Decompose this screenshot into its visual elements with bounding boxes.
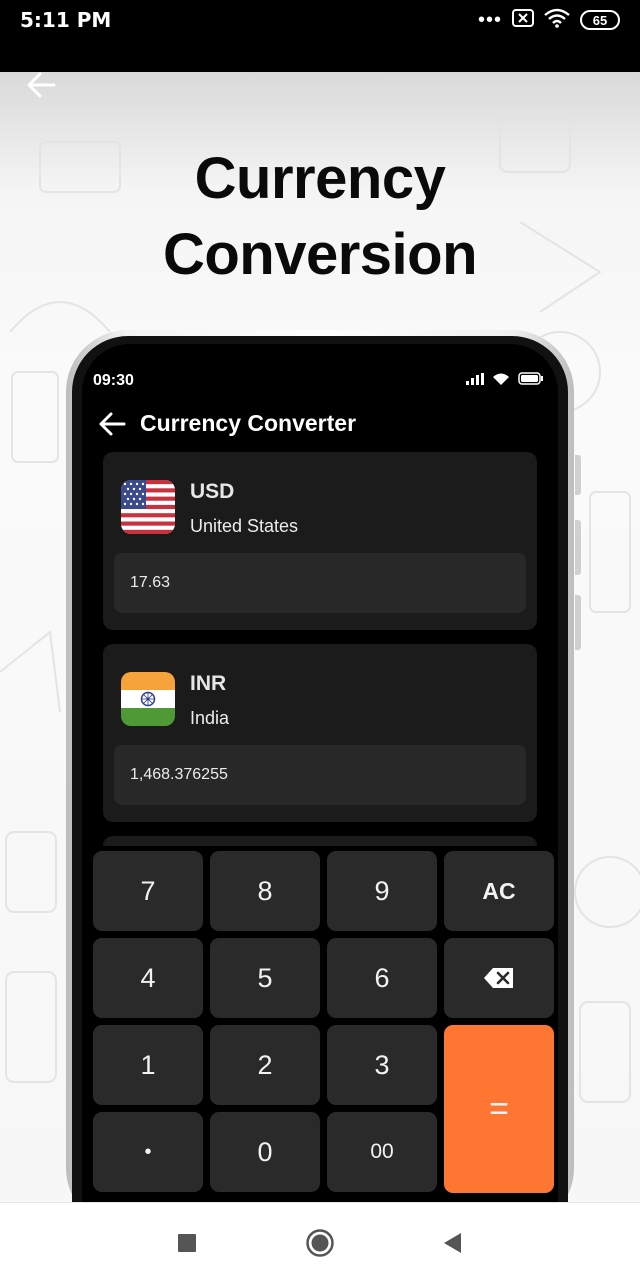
home-button[interactable] xyxy=(304,1227,336,1259)
phone-status-icons xyxy=(466,372,544,385)
phone-status-time: 09:30 xyxy=(93,372,134,389)
status-bar: 5:11 PM ••• 65 xyxy=(0,0,640,72)
currency-code: INR xyxy=(190,672,227,695)
signal-icon xyxy=(466,372,484,385)
key-3[interactable]: 3 xyxy=(327,1025,437,1105)
clear-all-button[interactable]: AC xyxy=(444,851,554,931)
headline-line-2: Conversion xyxy=(162,222,478,287)
app-screen: 09:30 Currency Converter USD United Stat… xyxy=(82,344,558,1202)
backspace-icon xyxy=(484,968,513,988)
promo-screen: Currency Conversion 09:30 Currency Conve… xyxy=(0,72,640,1202)
phone-battery-icon xyxy=(518,372,543,385)
battery-icon: 65 xyxy=(580,10,620,30)
amount-field-usd[interactable]: 17.63 xyxy=(114,553,526,613)
amount-field-inr[interactable]: 1,468.376255 xyxy=(114,745,526,805)
phone-volume-up xyxy=(575,520,581,575)
key-2[interactable]: 2 xyxy=(210,1025,320,1105)
navigation-bar xyxy=(0,1202,640,1280)
key-4[interactable]: 4 xyxy=(93,938,203,1018)
circle-icon xyxy=(306,1229,334,1257)
currency-code: USD xyxy=(190,480,235,503)
india-flag-icon xyxy=(121,672,175,726)
key-6[interactable]: 6 xyxy=(327,938,437,1018)
currency-card-usd[interactable]: USD United States 17.63 xyxy=(103,452,537,630)
key-00[interactable]: 00 xyxy=(327,1112,437,1192)
backspace-button[interactable] xyxy=(444,938,554,1018)
key-0[interactable]: 0 xyxy=(210,1112,320,1192)
headline-line-1: Currency xyxy=(194,146,446,211)
app-back-icon[interactable] xyxy=(98,412,126,436)
key-8[interactable]: 8 xyxy=(210,851,320,931)
more-dots-icon: ••• xyxy=(477,9,502,31)
recents-button[interactable] xyxy=(171,1227,203,1259)
status-icons: ••• 65 xyxy=(478,8,620,32)
back-button[interactable] xyxy=(436,1227,468,1259)
square-icon xyxy=(178,1234,196,1252)
us-flag-icon xyxy=(121,480,175,534)
currency-card-inr[interactable]: INR India 1,468.376255 xyxy=(103,644,537,822)
key-9[interactable]: 9 xyxy=(327,851,437,931)
status-time: 5:11 PM xyxy=(20,8,112,32)
decimal-key[interactable]: • xyxy=(93,1112,203,1192)
triangle-back-icon xyxy=(444,1233,461,1253)
app-title: Currency Converter xyxy=(140,410,357,436)
phone-wifi-icon xyxy=(493,373,509,385)
currency-country: India xyxy=(190,708,230,728)
key-1[interactable]: 1 xyxy=(93,1025,203,1105)
key-7[interactable]: 7 xyxy=(93,851,203,931)
phone-volume-down xyxy=(575,595,581,650)
keypad: 7 8 9 AC 4 5 6 1 2 3 = • 0 00 xyxy=(82,846,558,1202)
currency-country: United States xyxy=(190,516,299,536)
phone-side-button xyxy=(575,455,581,495)
key-5[interactable]: 5 xyxy=(210,938,320,1018)
back-arrow-icon[interactable] xyxy=(26,72,66,102)
sim-x-icon xyxy=(512,8,534,32)
phone-mockup: 09:30 Currency Converter USD United Stat… xyxy=(66,330,581,1202)
app-header: Currency Converter xyxy=(98,410,356,437)
wifi-icon xyxy=(544,8,570,33)
equals-button[interactable]: = xyxy=(444,1025,554,1193)
